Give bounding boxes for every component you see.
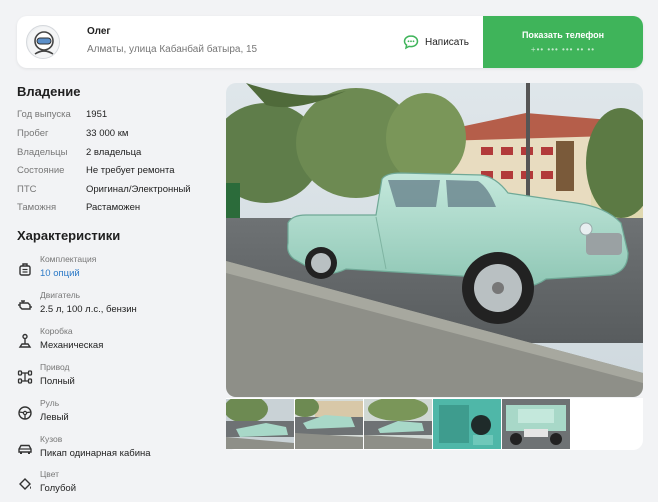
gearbox-icon [17,333,33,349]
thumbnail[interactable] [502,399,570,449]
ownership-key: Пробег [17,128,49,139]
spec-value: 2.5 л, 100 л.с., бензин [40,304,137,315]
spec-drive: Привод Полный [17,362,217,396]
main-photo[interactable] [226,83,643,397]
spec-gearbox: Коробка Механическая [17,326,217,360]
ownership-row: Пробег 33 000 км [17,128,217,146]
spec-key: Руль [40,398,60,408]
ownership-title: Владение [17,84,81,99]
ownership-key: Состояние [17,165,65,176]
spec-key: Кузов [40,434,63,444]
spec-equipment: Комплектация 10 опций [17,254,217,288]
equipment-icon [17,261,33,277]
car-body-icon [17,441,33,457]
spec-value: Механическая [40,340,104,351]
spec-value: Левый [40,412,69,423]
thumbnail-strip [226,398,643,450]
seller-address: Алматы, улица Кабанбай батыра, 15 [87,44,258,55]
ownership-row: Состояние Не требует ремонта [17,165,217,183]
spec-key: Комплектация [40,254,97,264]
ownership-row: Таможня Растаможен [17,202,217,220]
spec-body: Кузов Пикап одинарная кабина [17,434,217,468]
write-message-button[interactable]: Написать [403,34,469,50]
ownership-row: Год выпуска 1951 [17,109,217,127]
listing-page: Олег Алматы, улица Кабанбай батыра, 15 Н… [0,0,658,502]
ownership-row: ПТС Оригинал/Электронный [17,184,217,202]
seller-card: Олег Алматы, улица Кабанбай батыра, 15 Н… [17,16,643,68]
write-message-label: Написать [425,36,469,48]
thumbnail[interactable] [433,399,501,449]
ownership-key: Таможня [17,202,57,213]
seller-name[interactable]: Олег [87,26,111,37]
ownership-value: 1951 [86,109,108,120]
ownership-value: Оригинал/Электронный [86,184,191,195]
ownership-key: ПТС [17,184,37,195]
paint-icon [17,476,33,492]
phone-masked: +•• ••• ••• •• •• [530,45,596,54]
steering-wheel-icon [17,405,33,421]
thumbnail[interactable] [364,399,432,449]
ownership-row: Владельцы 2 владельца [17,147,217,165]
spec-color: Цвет Голубой [17,469,217,502]
show-phone-button[interactable]: Показать телефон +•• ••• ••• •• •• [483,16,643,68]
thumbnail[interactable] [295,399,363,449]
ownership-value: 2 владельца [86,147,142,158]
chat-icon [403,34,419,50]
spec-key: Привод [40,362,70,372]
ownership-key: Год выпуска [17,109,71,120]
ownership-key: Владельцы [17,147,68,158]
seller-avatar[interactable] [26,25,60,59]
ownership-value: 33 000 км [86,128,129,139]
spec-value: Полный [40,376,75,387]
spec-key: Коробка [40,326,73,336]
ownership-value: Не требует ремонта [86,165,175,176]
engine-icon [17,297,33,313]
spec-key: Двигатель [40,290,81,300]
spec-engine: Двигатель 2.5 л, 100 л.с., бензин [17,290,217,324]
thumbnail[interactable] [226,399,294,449]
ownership-value: Растаможен [86,202,141,213]
drive-icon [17,369,33,385]
spec-value: Голубой [40,483,77,494]
show-phone-label: Показать телефон [521,30,605,40]
spec-steering: Руль Левый [17,398,217,432]
options-link[interactable]: 10 опций [40,268,80,279]
spec-key: Цвет [40,469,60,479]
spec-value: Пикап одинарная кабина [40,448,151,459]
specs-title: Характеристики [17,228,121,243]
